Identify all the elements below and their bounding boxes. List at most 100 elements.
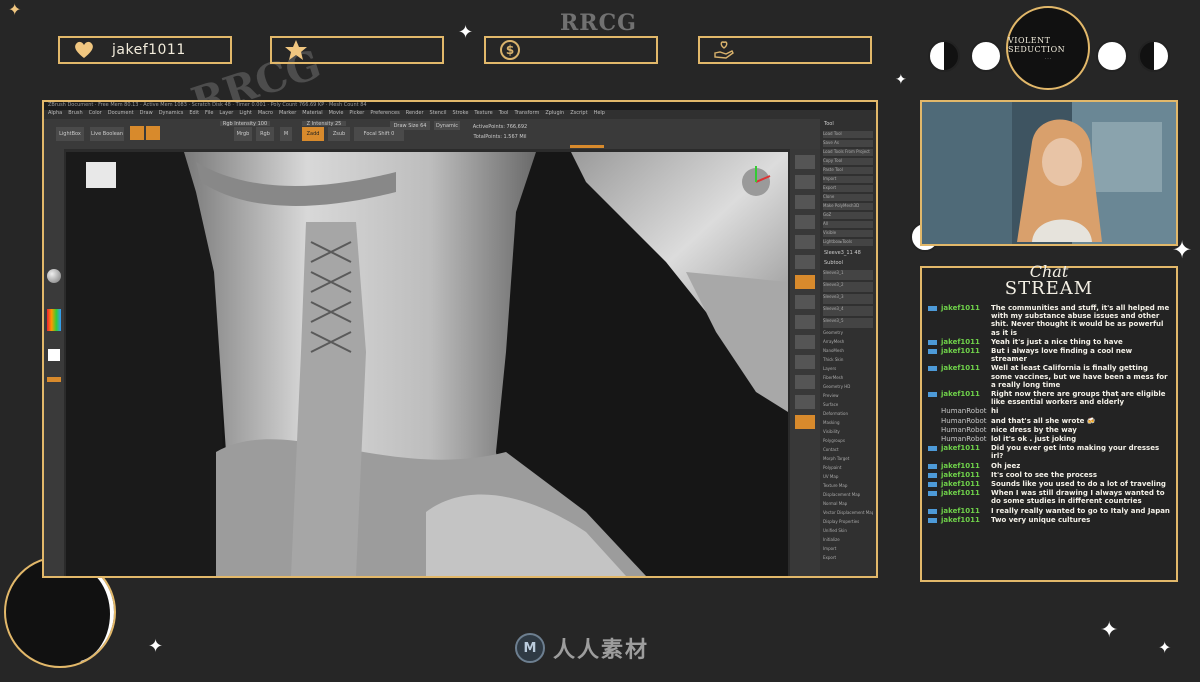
tool-section[interactable]: ArrayMesh: [823, 339, 873, 346]
menu-item[interactable]: Zplugin: [545, 110, 564, 116]
tool-section[interactable]: Polypaint: [823, 465, 873, 472]
chat-panel[interactable]: Chat STREAM jakef1011 The communities and…: [920, 262, 1178, 582]
move-button[interactable]: [795, 355, 815, 369]
draw-mode-button[interactable]: [130, 126, 144, 140]
tool-section[interactable]: Polygroups: [823, 438, 873, 445]
move-mode-button[interactable]: [146, 126, 160, 140]
chat-username[interactable]: jakef1011: [941, 507, 991, 515]
rgb-button[interactable]: Rgb: [256, 127, 274, 141]
tool-button[interactable]: GoZ: [823, 212, 873, 219]
spix-button[interactable]: [795, 175, 815, 189]
aahalf-button[interactable]: [795, 255, 815, 269]
chat-username[interactable]: jakef1011: [941, 516, 991, 524]
zoom-button[interactable]: [795, 215, 815, 229]
zbrush-window[interactable]: ZBrush Document · Free Mem 80.13 · Activ…: [42, 100, 878, 578]
tool-section[interactable]: Layers: [823, 366, 873, 373]
left-tray[interactable]: [44, 149, 64, 576]
chat-username[interactable]: jakef1011: [941, 444, 991, 460]
tool-section[interactable]: Geometry HD: [823, 384, 873, 391]
tool-button[interactable]: Import: [823, 176, 873, 183]
tool-section[interactable]: Surface: [823, 402, 873, 409]
tool-button[interactable]: Lightbox▸Tools: [823, 239, 873, 246]
menu-item[interactable]: Stencil: [430, 110, 447, 116]
tool-section[interactable]: Contact: [823, 447, 873, 454]
chat-username[interactable]: jakef1011: [941, 489, 991, 505]
menu-item[interactable]: Dynamics: [159, 110, 184, 116]
frame-button[interactable]: [795, 335, 815, 349]
menu-item[interactable]: Brush: [68, 110, 82, 116]
menu-item[interactable]: Marker: [279, 110, 296, 116]
z-intensity-slider[interactable]: Z Intensity 25: [302, 121, 346, 127]
tool-section[interactable]: Import: [823, 546, 873, 553]
chat-username[interactable]: jakef1011: [941, 471, 991, 479]
right-shelf[interactable]: [790, 149, 820, 576]
floor-button[interactable]: [795, 295, 815, 309]
chat-username[interactable]: jakef1011: [941, 390, 991, 406]
menu-item[interactable]: Tool: [499, 110, 509, 116]
menu-item[interactable]: Layer: [219, 110, 233, 116]
chat-username[interactable]: jakef1011: [941, 364, 991, 389]
subtool-item[interactable]: Sleeve3_1: [823, 270, 873, 280]
tool-button[interactable]: Paste Tool: [823, 167, 873, 174]
chat-username[interactable]: jakef1011: [941, 304, 991, 337]
bpr-button[interactable]: [795, 155, 815, 169]
scale-button[interactable]: [795, 375, 815, 389]
menu-item[interactable]: Stroke: [452, 110, 468, 116]
lightbox-button[interactable]: LightBox: [56, 127, 84, 141]
tool-section[interactable]: Deformation: [823, 411, 873, 418]
menu-item[interactable]: Draw: [140, 110, 153, 116]
tool-section[interactable]: Initialize: [823, 537, 873, 544]
tool-section[interactable]: Export: [823, 555, 873, 562]
tool-button[interactable]: Make PolyMesh3D: [823, 203, 873, 210]
tool-section[interactable]: Display Properties: [823, 519, 873, 526]
main-color-swatch[interactable]: [48, 349, 60, 361]
tray-slider[interactable]: [47, 377, 61, 382]
chat-username[interactable]: HumanRobot: [941, 435, 991, 443]
menu-item[interactable]: Macro: [258, 110, 273, 116]
menu-item[interactable]: Material: [302, 110, 322, 116]
chat-message-list[interactable]: jakef1011 The communities and stuff, it's…: [922, 304, 1176, 580]
menu-item[interactable]: Movie: [329, 110, 344, 116]
menu-item[interactable]: Picker: [349, 110, 364, 116]
tool-section[interactable]: NanoMesh: [823, 348, 873, 355]
tool-section[interactable]: Normal Map: [823, 501, 873, 508]
tool-button[interactable]: Load Tool: [823, 131, 873, 138]
tool-button[interactable]: Load Tools From Project: [823, 149, 873, 156]
menu-item[interactable]: File: [205, 110, 213, 116]
mrgb-button[interactable]: Mrgb: [234, 127, 252, 141]
tool-button[interactable]: All: [823, 221, 873, 228]
menu-item[interactable]: Zscript: [570, 110, 587, 116]
tool-button[interactable]: Export: [823, 185, 873, 192]
tool-section[interactable]: Morph Target: [823, 456, 873, 463]
subtool-item[interactable]: Sleeve3_5: [823, 318, 873, 328]
menu-item[interactable]: Light: [239, 110, 251, 116]
zsub-button[interactable]: Zsub: [328, 127, 350, 141]
tool-section[interactable]: Texture Map: [823, 483, 873, 490]
menu-item[interactable]: Texture: [474, 110, 492, 116]
tool-section[interactable]: Geometry: [823, 330, 873, 337]
color-picker[interactable]: [47, 309, 61, 331]
tool-section[interactable]: UV Map: [823, 474, 873, 481]
3d-viewport[interactable]: [66, 152, 788, 576]
menu-item[interactable]: Alpha: [48, 110, 62, 116]
tool-section[interactable]: Masking: [823, 420, 873, 427]
chat-username[interactable]: jakef1011: [941, 462, 991, 470]
chat-username[interactable]: jakef1011: [941, 347, 991, 363]
subtool-item[interactable]: Sleeve3_4: [823, 306, 873, 316]
subtool-item[interactable]: Sleeve3_2: [823, 282, 873, 292]
dynamic-toggle[interactable]: Dynamic: [434, 121, 460, 130]
chat-username[interactable]: jakef1011: [941, 480, 991, 488]
tool-button[interactable]: Clone: [823, 194, 873, 201]
tool-palette[interactable]: Tool Load Tool Save As Load Tools From Pro…: [820, 119, 876, 576]
persp-button[interactable]: [795, 275, 815, 289]
tool-section[interactable]: FiberMesh: [823, 375, 873, 382]
tool-section[interactable]: Thick Skin: [823, 357, 873, 364]
rgb-intensity-slider[interactable]: Rgb Intensity 100: [220, 121, 270, 127]
m-button[interactable]: M: [280, 127, 292, 141]
chat-username[interactable]: HumanRobot: [941, 426, 991, 434]
tool-section[interactable]: Displacement Map: [823, 492, 873, 499]
chat-username[interactable]: jakef1011: [941, 338, 991, 346]
polyf-button[interactable]: [795, 415, 815, 429]
tool-button[interactable]: Save As: [823, 140, 873, 147]
subtool-label[interactable]: Subtool: [820, 258, 876, 268]
